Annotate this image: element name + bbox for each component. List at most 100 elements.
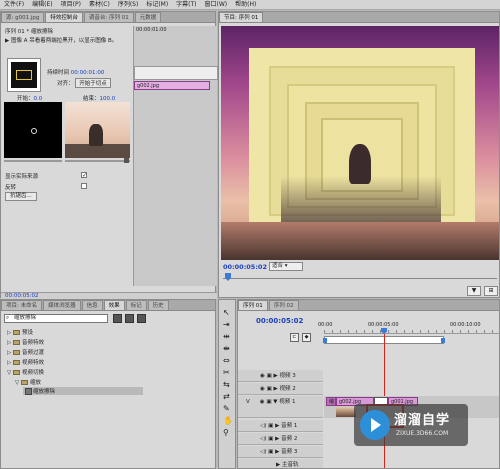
hand-tool-icon[interactable]: ✋ xyxy=(223,416,233,425)
tree-presets[interactable]: ▷ 预设 xyxy=(7,328,33,336)
slide-tool-icon[interactable]: ⇄ xyxy=(223,392,230,401)
yuv-effects-icon[interactable] xyxy=(137,314,146,323)
program-timecode[interactable]: 00:00:05:02 xyxy=(223,263,267,271)
start-slider[interactable] xyxy=(4,160,62,162)
expand-icon[interactable]: ▶ xyxy=(274,386,278,392)
tree-video-transitions[interactable]: ▽ 视频切换 xyxy=(7,368,44,376)
tree-video-effects[interactable]: ▷ 视频特效 xyxy=(7,358,44,366)
tab-program[interactable]: 节目: 序列 01 xyxy=(219,12,264,22)
collapse-icon[interactable]: ▼ xyxy=(273,399,277,405)
tab-markers[interactable]: 标记 xyxy=(125,300,147,310)
end-slider[interactable] xyxy=(65,158,130,163)
menu-help[interactable]: 帮助(H) xyxy=(231,0,260,10)
tab-media-browser[interactable]: 媒体浏览器 xyxy=(43,300,81,310)
razor-tool-icon[interactable]: ✂ xyxy=(223,368,230,377)
tab-effect-controls[interactable]: 特效控制台 xyxy=(45,12,83,22)
menu-window[interactable]: 窗口(W) xyxy=(201,0,232,10)
zoom-tool-icon[interactable]: ⚲ xyxy=(223,428,229,437)
track-target-label[interactable]: V xyxy=(246,399,250,405)
tree-zoom-wipe[interactable]: 缩放擦除 xyxy=(23,387,143,395)
tree-zoom[interactable]: ▽ 缩放 xyxy=(15,378,41,386)
slip-tool-icon[interactable]: ⇆ xyxy=(223,380,230,389)
rate-stretch-tool-icon[interactable]: ⇔ xyxy=(223,356,230,365)
playhead-icon[interactable] xyxy=(225,273,231,281)
effects-search-input[interactable]: ⌕ 缩放擦除 xyxy=(4,314,108,323)
menu-sequence[interactable]: 序列(S) xyxy=(114,0,143,10)
menu-edit[interactable]: 编辑(E) xyxy=(28,0,56,10)
expand-icon[interactable]: ▶ xyxy=(274,373,278,379)
program-video xyxy=(221,26,499,260)
track-audio-1[interactable]: ◁) ▣ ▶ 音频 1 xyxy=(238,420,323,432)
work-area-end-handle[interactable] xyxy=(441,338,445,343)
lock-icon[interactable]: ▣ xyxy=(267,386,272,392)
tab-effects[interactable]: 效果 xyxy=(103,300,125,310)
end-slider-handle[interactable] xyxy=(124,158,129,163)
antialias-button[interactable]: 抗锯齿... xyxy=(5,192,37,201)
lock-icon[interactable]: ▣ xyxy=(267,373,272,379)
settings-button[interactable]: ⊞ xyxy=(484,286,498,296)
expand-icon[interactable]: ▶ xyxy=(276,462,280,468)
tab-sequence-01[interactable]: 序列 01 xyxy=(238,300,268,310)
eye-icon[interactable]: ◉ xyxy=(260,386,265,392)
track-select-tool-icon[interactable]: ⇥ xyxy=(223,320,230,329)
time-ruler[interactable] xyxy=(324,330,499,334)
mini-timeline: 00:00:01:00 g002.jpg xyxy=(133,26,218,286)
speaker-icon[interactable]: ◁) xyxy=(260,436,266,442)
expand-icon[interactable]: ▶ xyxy=(275,436,279,442)
align-dropdown[interactable]: 开始于切点 xyxy=(75,78,111,88)
track-master[interactable]: ▶ 主音轨 xyxy=(238,459,323,468)
eye-icon[interactable]: ◉ xyxy=(260,373,265,379)
menu-clip[interactable]: 素材(C) xyxy=(85,0,114,10)
track-audio-3[interactable]: ◁) ▣ ▶ 音频 3 xyxy=(238,446,323,458)
rolling-edit-tool-icon[interactable]: ⇼ xyxy=(223,344,230,353)
export-frame-button[interactable]: ▼ xyxy=(467,286,481,296)
end-preview-ground xyxy=(65,144,130,158)
menu-project[interactable]: 项目(P) xyxy=(57,0,85,10)
speaker-icon[interactable]: ◁) xyxy=(260,449,266,455)
duration-value[interactable]: 00:00:01:00 xyxy=(71,70,105,76)
show-source-row: 显示实际来源 xyxy=(5,172,38,180)
selection-tool-icon[interactable]: ↖ xyxy=(223,308,230,317)
lock-icon[interactable]: ▣ xyxy=(268,449,273,455)
lock-icon[interactable]: ▣ xyxy=(268,436,273,442)
track-video-2[interactable]: ◉ ▣ ▶ 视频 2 xyxy=(238,383,323,395)
marker-button[interactable]: ◆ xyxy=(302,333,311,342)
work-area-start-handle[interactable] xyxy=(323,338,327,343)
ripple-edit-tool-icon[interactable]: ⇹ xyxy=(223,332,230,341)
tab-source[interactable]: 源: g001.jpg xyxy=(1,12,45,22)
tab-sequence-02[interactable]: 序列 02 xyxy=(268,300,299,310)
menu-file[interactable]: 文件(F) xyxy=(0,0,28,10)
tab-info[interactable]: 信息 xyxy=(81,300,103,310)
32bit-effects-icon[interactable] xyxy=(125,314,134,323)
clip-start-marker[interactable]: 缩 xyxy=(326,397,336,406)
tree-audio-transitions[interactable]: ▷ 音频过渡 xyxy=(7,348,44,356)
mini-clip[interactable]: g002.jpg xyxy=(134,81,210,90)
show-source-checkbox[interactable]: ✓ xyxy=(81,171,87,178)
timeline-timecode[interactable]: 00:00:05:02 xyxy=(256,317,303,325)
menu-title[interactable]: 字幕(T) xyxy=(172,0,200,10)
expand-icon[interactable]: ▶ xyxy=(275,449,279,455)
fit-dropdown[interactable]: 适合 ▾ xyxy=(269,262,303,271)
reverse-checkbox[interactable] xyxy=(81,182,87,189)
tab-history[interactable]: 历史 xyxy=(147,300,169,310)
pen-tool-icon[interactable]: ✎ xyxy=(223,404,230,413)
tab-metadata[interactable]: 元数据 xyxy=(134,12,162,22)
menu-marker[interactable]: 标记(M) xyxy=(142,0,172,10)
lock-icon[interactable]: ▣ xyxy=(266,399,271,405)
program-scrub-bar[interactable] xyxy=(223,273,497,281)
folder-icon xyxy=(20,380,28,385)
track-video-3[interactable]: ◉ ▣ ▶ 视频 3 xyxy=(238,370,323,382)
center-point-icon[interactable] xyxy=(31,128,37,134)
snap-button[interactable]: ⊏ xyxy=(290,333,299,342)
tab-audio-mixer[interactable]: 调音台: 序列 01 xyxy=(83,12,134,22)
eye-icon[interactable]: ◉ xyxy=(260,399,265,405)
align-row: 对齐： 开始于切点 xyxy=(57,78,111,88)
tab-project[interactable]: 项目: 未命名 xyxy=(1,300,43,310)
expand-icon[interactable]: ▶ xyxy=(275,423,279,429)
track-audio-2[interactable]: ◁) ▣ ▶ 音频 2 xyxy=(238,433,323,445)
lock-icon[interactable]: ▣ xyxy=(268,423,273,429)
tree-audio-effects[interactable]: ▷ 音频特效 xyxy=(7,338,44,346)
accelerated-effects-icon[interactable] xyxy=(113,314,122,323)
track-video-1[interactable]: V ◉ ▣ ▼ 视频 1 xyxy=(238,396,323,418)
speaker-icon[interactable]: ◁) xyxy=(260,423,266,429)
